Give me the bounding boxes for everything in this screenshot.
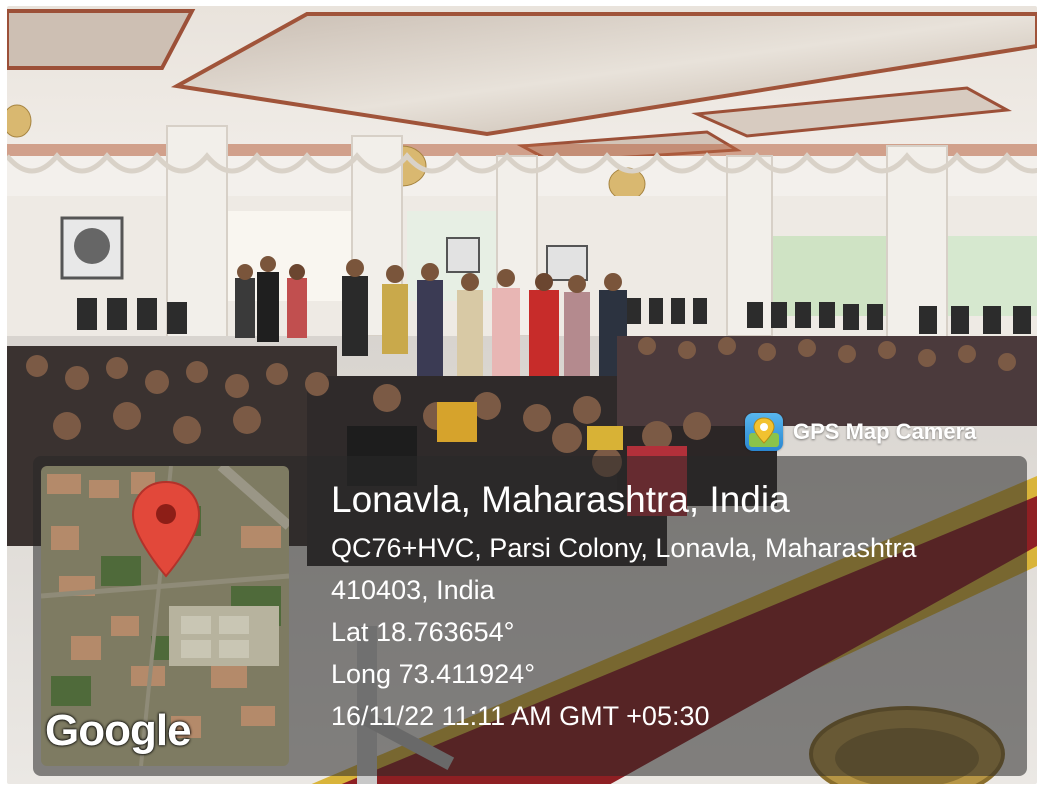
address-line-1: QC76+HVC, Parsi Colony, Lonavla, Maharas… (331, 533, 917, 563)
screenshot-frame: GPS Map Camera Google Lonavla, Maharasht… (0, 0, 1044, 790)
event-hall-photo: GPS Map Camera Google Lonavla, Maharasht… (7, 6, 1037, 784)
latitude-label: Lat 18.763654° (331, 617, 515, 647)
location-details: Lonavla, Maharashtra, India QC76+HVC, Pa… (331, 478, 917, 736)
location-title: Lonavla, Maharashtra, India (331, 479, 790, 520)
app-name-label: GPS Map Camera (793, 419, 977, 444)
datetime-label: 16/11/22 11:11 AM GMT +05:30 (331, 701, 710, 731)
satellite-map-thumbnail: Google (41, 466, 289, 766)
address-line-2: 410403, India (331, 575, 495, 605)
map-pin-app-icon (745, 413, 783, 451)
gps-app-badge: GPS Map Camera (745, 410, 976, 454)
google-watermark: Google (45, 706, 192, 755)
gps-info-panel: Google Lonavla, Maharashtra, India QC76+… (33, 456, 1027, 776)
longitude-label: Long 73.411924° (331, 659, 535, 689)
